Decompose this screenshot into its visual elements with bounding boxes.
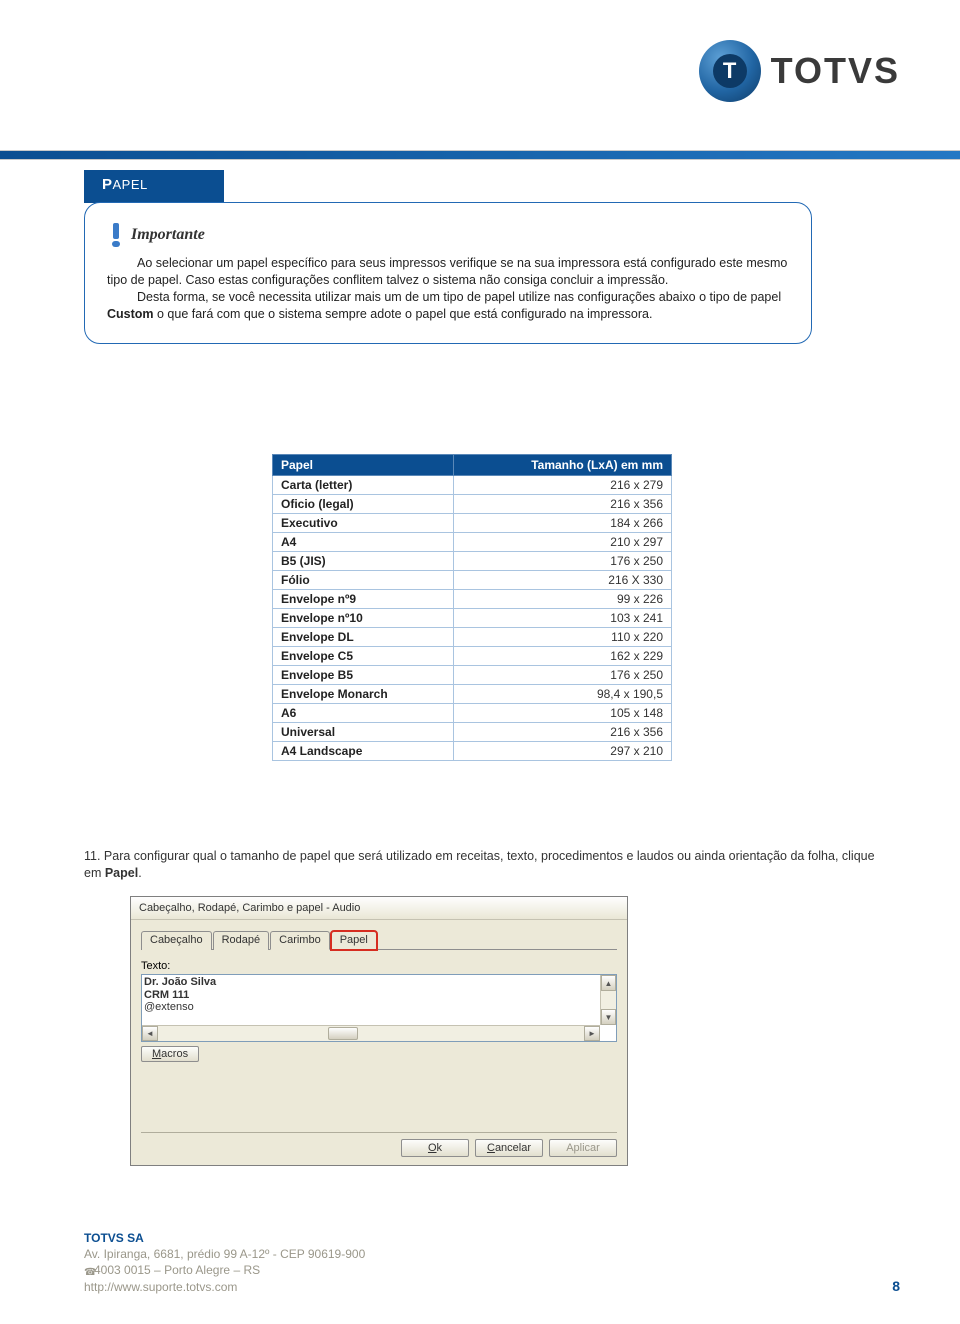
cancel-button[interactable]: Cancelar xyxy=(475,1139,543,1157)
dialog-tabs: Cabeçalho Rodapé Carimbo Papel xyxy=(141,930,617,950)
paper-size-table-wrap: Papel Tamanho (LxA) em mm Carta (letter)… xyxy=(272,454,672,761)
texto-textarea[interactable]: Dr. João Silva CRM 111 @extenso ▲ ▼ ◄ ► xyxy=(141,974,617,1042)
apply-button[interactable]: Aplicar xyxy=(549,1139,617,1157)
page-number: 8 xyxy=(892,1278,900,1294)
section-tab-label: APEL xyxy=(113,177,148,192)
callout-paragraph-1: Ao selecionar um papel específico para s… xyxy=(107,255,789,289)
table-row: Envelope Monarch98,4 x 190,5 xyxy=(273,685,672,704)
section-tab-papel: PAPEL xyxy=(84,170,224,203)
scroll-up-icon[interactable]: ▲ xyxy=(601,975,616,991)
table-row: Universal216 x 356 xyxy=(273,723,672,742)
footer-address: Av. Ipiranga, 6681, prédio 99 A-12º - CE… xyxy=(84,1246,365,1262)
label-texto: Texto: xyxy=(141,960,617,972)
th-tamanho: Tamanho (LxA) em mm xyxy=(454,455,672,476)
scroll-right-icon[interactable]: ► xyxy=(584,1026,600,1041)
table-row: Envelope nº999 x 226 xyxy=(273,590,672,609)
header-divider xyxy=(0,150,960,160)
table-row: Oficio (legal)216 x 356 xyxy=(273,495,672,514)
brand-name: TOTVS xyxy=(771,50,900,92)
dialog-buttons: Ok Cancelar Aplicar xyxy=(141,1139,617,1157)
callout-title: Importante xyxy=(131,226,205,244)
brand-t-mark: T xyxy=(713,54,747,88)
tab-cabecalho[interactable]: Cabeçalho xyxy=(141,931,212,950)
paper-size-table: Papel Tamanho (LxA) em mm Carta (letter)… xyxy=(272,454,672,761)
scroll-left-icon[interactable]: ◄ xyxy=(142,1026,158,1041)
ok-button[interactable]: Ok xyxy=(401,1139,469,1157)
table-row: Fólio216 X 330 xyxy=(273,571,672,590)
brand-header: T TOTVS xyxy=(699,40,900,102)
table-row: A6105 x 148 xyxy=(273,704,672,723)
scroll-down-icon[interactable]: ▼ xyxy=(601,1009,616,1025)
step-11-text: 11. Para configurar qual o tamanho de pa… xyxy=(84,848,876,882)
callout-header: Importante xyxy=(107,221,789,249)
phone-icon xyxy=(84,1263,94,1273)
th-papel: Papel xyxy=(273,455,454,476)
table-row: A4210 x 297 xyxy=(273,533,672,552)
tab-rodape[interactable]: Rodapé xyxy=(213,931,270,950)
table-row: Envelope B5176 x 250 xyxy=(273,666,672,685)
macros-button[interactable]: Macros xyxy=(141,1046,199,1062)
exclamation-icon xyxy=(107,221,125,249)
brand-globe-icon: T xyxy=(699,40,761,102)
textarea-content: Dr. João Silva CRM 111 @extenso xyxy=(144,976,614,1014)
dialog-divider xyxy=(141,1132,617,1133)
footer-url: http://www.suporte.totvs.com xyxy=(84,1279,365,1295)
tab-carimbo[interactable]: Carimbo xyxy=(270,931,330,950)
dialog-body: Cabeçalho Rodapé Carimbo Papel Texto: Dr… xyxy=(131,920,627,1165)
table-row: Carta (letter)216 x 279 xyxy=(273,476,672,495)
table-row: Executivo184 x 266 xyxy=(273,514,672,533)
section-tab-cap: P xyxy=(102,176,113,193)
callout-body: Ao selecionar um papel específico para s… xyxy=(107,255,789,323)
scrollbar-thumb[interactable] xyxy=(328,1027,358,1040)
page-footer: TOTVS SA Av. Ipiranga, 6681, prédio 99 A… xyxy=(84,1230,365,1295)
table-row: Envelope C5162 x 229 xyxy=(273,647,672,666)
table-row: B5 (JIS)176 x 250 xyxy=(273,552,672,571)
horizontal-scrollbar[interactable]: ◄ ► xyxy=(142,1025,600,1041)
importante-callout: Importante Ao selecionar um papel especí… xyxy=(84,202,812,344)
table-row: Envelope nº10103 x 241 xyxy=(273,609,672,628)
footer-phone: 4003 0015 – Porto Alegre – RS xyxy=(84,1262,365,1278)
callout-paragraph-2: Desta forma, se você necessita utilizar … xyxy=(107,289,789,323)
tab-papel[interactable]: Papel xyxy=(331,931,377,950)
table-row: Envelope DL110 x 220 xyxy=(273,628,672,647)
footer-company: TOTVS SA xyxy=(84,1230,365,1246)
dialog-title: Cabeçalho, Rodapé, Carimbo e papel - Aud… xyxy=(131,897,627,920)
papel-dialog: Cabeçalho, Rodapé, Carimbo e papel - Aud… xyxy=(130,896,628,1166)
vertical-scrollbar[interactable]: ▲ ▼ xyxy=(600,975,616,1025)
table-row: A4 Landscape297 x 210 xyxy=(273,742,672,761)
